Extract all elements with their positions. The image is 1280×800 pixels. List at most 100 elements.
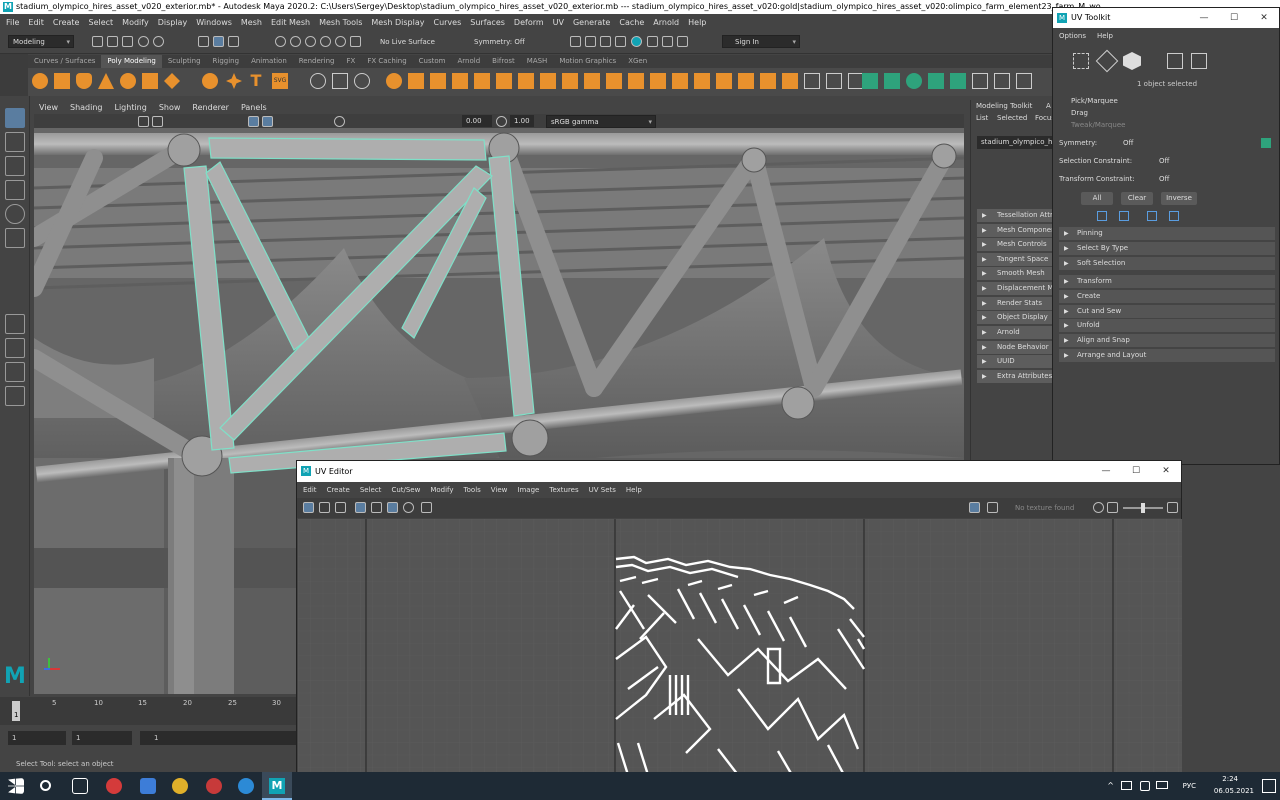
multi-cut-icon[interactable]: [804, 73, 820, 89]
inverse-button[interactable]: Inverse: [1161, 192, 1197, 205]
symmetry-label[interactable]: Symmetry: Off: [474, 38, 525, 46]
menu-help[interactable]: Help: [688, 18, 706, 27]
shelf-tab-custom[interactable]: Custom: [413, 55, 452, 68]
close-button[interactable]: ✕: [1249, 8, 1279, 28]
shelf-tab-arnold[interactable]: Arnold: [452, 55, 487, 68]
uv-spherical-icon[interactable]: [906, 73, 922, 89]
object-mode-icon[interactable]: [1123, 52, 1141, 70]
outliner-layout-icon[interactable]: [5, 386, 25, 406]
menu-mesh[interactable]: Mesh: [241, 18, 262, 27]
uv-shell-mode-icon[interactable]: [1191, 53, 1207, 69]
poly-disc-icon[interactable]: [164, 73, 180, 89]
uv-layout-icon[interactable]: [972, 73, 988, 89]
uv-toolkit-titlebar[interactable]: M UV Toolkit — ☐ ✕: [1053, 8, 1279, 28]
append-icon[interactable]: [584, 73, 600, 89]
ae-section-arnold[interactable]: Arnold: [977, 326, 1053, 339]
four-view-layout-icon[interactable]: [5, 338, 25, 358]
gamma-field[interactable]: 1.00: [510, 115, 534, 127]
symmetry-value[interactable]: Off: [1123, 139, 1133, 147]
shelf-tab-rigging[interactable]: Rigging: [207, 55, 246, 68]
node-name-field[interactable]: stadium_olympico_hi: [977, 136, 1053, 149]
uv-editor-titlebar[interactable]: M UV Editor — ☐ ✕: [297, 461, 1181, 482]
single-perspective-layout-icon[interactable]: [5, 314, 25, 334]
shelf-tab-xgen[interactable]: XGen: [622, 55, 653, 68]
menu-file[interactable]: File: [6, 18, 19, 27]
uv-planar-icon[interactable]: [862, 73, 878, 89]
save-scene-icon[interactable]: [122, 36, 133, 47]
windows-start-icon[interactable]: [8, 778, 24, 794]
arnold-ipr-icon[interactable]: [662, 36, 673, 47]
scale-tool-icon[interactable]: [5, 228, 25, 248]
vertex-mode-icon[interactable]: [1073, 53, 1089, 69]
rotate-tool-icon[interactable]: [5, 204, 25, 224]
shelf-tab-curves-surfaces[interactable]: Curves / Surfaces: [28, 55, 101, 68]
shelf-tab-sculpting[interactable]: Sculpting: [162, 55, 207, 68]
vp-menu-show[interactable]: Show: [159, 103, 181, 112]
chrome-icon[interactable]: [172, 778, 188, 794]
mode-drag[interactable]: Drag: [1071, 109, 1088, 117]
ae-section-object-display[interactable]: Object Display: [977, 311, 1053, 324]
shelf-tab-bifrost[interactable]: Bifrost: [486, 55, 521, 68]
collapse-icon[interactable]: [628, 73, 644, 89]
wireframe-icon[interactable]: [138, 116, 149, 127]
shelf-tab-animation[interactable]: Animation: [245, 55, 293, 68]
task-view-icon[interactable]: [72, 778, 88, 794]
uv-dim-slider-handle[interactable]: [1141, 503, 1145, 513]
smooth-icon[interactable]: [430, 73, 446, 89]
menu-edit[interactable]: Edit: [28, 18, 44, 27]
snap-view-icon[interactable]: [320, 36, 331, 47]
wedge-icon[interactable]: [782, 73, 798, 89]
select-component-icon[interactable]: [228, 36, 239, 47]
vp-menu-renderer[interactable]: Renderer: [192, 103, 229, 112]
snap-curve-icon[interactable]: [290, 36, 301, 47]
edge-mode-icon[interactable]: [1095, 49, 1119, 73]
menu-mesh-display[interactable]: Mesh Display: [371, 18, 424, 27]
poke-face-icon[interactable]: [760, 73, 776, 89]
messenger-icon[interactable]: [238, 778, 254, 794]
reduce-icon[interactable]: [716, 73, 732, 89]
ae-section-mesh-controls[interactable]: Mesh Controls: [977, 238, 1053, 251]
menu-surfaces[interactable]: Surfaces: [470, 18, 505, 27]
new-scene-icon[interactable]: [92, 36, 103, 47]
search-icon[interactable]: [40, 780, 51, 791]
uv-unfold-icon[interactable]: [994, 73, 1010, 89]
sign-in-dropdown[interactable]: Sign In: [722, 35, 800, 48]
shelf-tab-rendering[interactable]: Rendering: [293, 55, 341, 68]
select-object-icon[interactable]: [213, 36, 224, 47]
input-language[interactable]: РУС: [1183, 782, 1196, 790]
uv-exposure-icon[interactable]: [1093, 502, 1104, 513]
move-tool-icon[interactable]: [5, 180, 25, 200]
poly-cylinder-icon[interactable]: [76, 73, 92, 89]
uv-checker-options-icon[interactable]: [987, 502, 998, 513]
insert-edge-loop-icon[interactable]: [826, 73, 842, 89]
poly-sphere-icon[interactable]: [32, 73, 48, 89]
menu-create[interactable]: Create: [53, 18, 80, 27]
color-space-dropdown[interactable]: sRGB gamma: [546, 115, 656, 128]
range-start-field[interactable]: 1: [8, 731, 66, 745]
battery-icon[interactable]: [1156, 781, 1168, 789]
poly-type-icon[interactable]: T: [248, 73, 264, 89]
ae-section-tangent-space[interactable]: Tangent Space: [977, 253, 1053, 266]
vp-menu-shading[interactable]: Shading: [70, 103, 103, 112]
vp-menu-lighting[interactable]: Lighting: [114, 103, 146, 112]
uv-automatic-icon[interactable]: [928, 73, 944, 89]
menu-uv[interactable]: UV: [553, 18, 564, 27]
tk-section-soft-selection[interactable]: Soft Selection: [1059, 257, 1275, 270]
menu-display[interactable]: Display: [158, 18, 188, 27]
menu-mesh-tools[interactable]: Mesh Tools: [319, 18, 362, 27]
uv-texture-space[interactable]: [298, 519, 1182, 775]
uv-camera-based-icon[interactable]: [950, 73, 966, 89]
bridge-icon[interactable]: [540, 73, 556, 89]
menu-curves[interactable]: Curves: [433, 18, 461, 27]
tk-section-align-and-snap[interactable]: Align and Snap: [1059, 334, 1275, 347]
tk-section-cut-and-sew[interactable]: Cut and Sew: [1059, 305, 1275, 318]
poly-torus-icon[interactable]: [120, 73, 136, 89]
ae-section-tessellation[interactable]: Tessellation Attr: [977, 209, 1053, 222]
clock-date[interactable]: 06.05.2021: [1214, 787, 1254, 795]
tk-menu-options[interactable]: Options: [1059, 32, 1086, 40]
document-app-icon[interactable]: [140, 778, 156, 794]
quadrangulate-icon[interactable]: [694, 73, 710, 89]
exposure-icon[interactable]: [334, 116, 345, 127]
vp-menu-panels[interactable]: Panels: [241, 103, 267, 112]
stream-app-icon[interactable]: [206, 778, 222, 794]
